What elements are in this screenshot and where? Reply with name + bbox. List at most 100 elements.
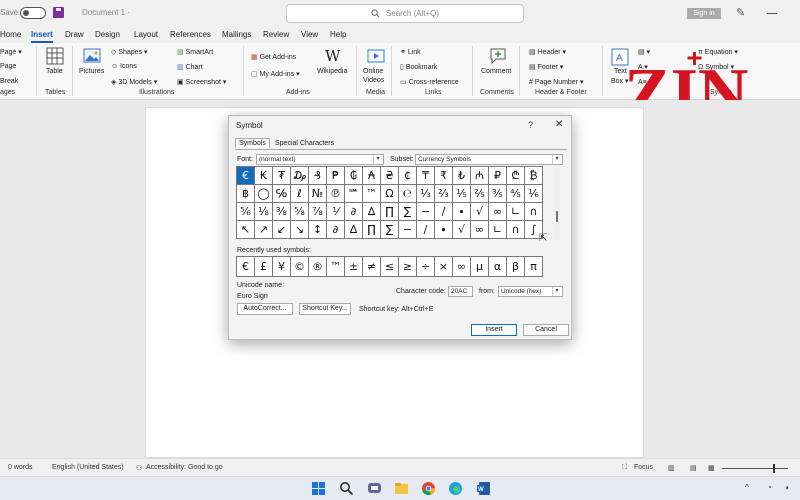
focus-button[interactable]: Focus — [634, 464, 653, 471]
symbol-cell[interactable]: ℠ — [345, 185, 363, 203]
symbol-cell[interactable]: ⅜ — [273, 203, 291, 221]
cross-reference-button[interactable]: ▭ Cross-reference — [400, 78, 459, 86]
symbol-cell[interactable]: ∟ — [507, 203, 525, 221]
symbol-cell[interactable]: ⅗ — [489, 185, 507, 203]
wifi-icon[interactable]: ◔ — [767, 483, 772, 492]
table-icon[interactable] — [46, 47, 64, 65]
symbol-cell[interactable]: ⅞ — [309, 203, 327, 221]
symbol-cell[interactable]: ↕ — [309, 221, 327, 239]
accessibility-status[interactable]: Accessibility: Good to go — [146, 464, 223, 471]
zoom-slider-thumb[interactable] — [773, 464, 775, 473]
symbol-cell[interactable]: ∩ — [525, 203, 543, 221]
symbol-cell[interactable]: ₼ — [471, 167, 489, 185]
tab-help[interactable]: Help — [330, 30, 346, 39]
scroll-thumb[interactable] — [556, 211, 558, 222]
shapes-button[interactable]: ◇ Shapes ▾ — [111, 48, 148, 56]
header-button[interactable]: ▤ Header ▾ — [529, 48, 566, 56]
teams-chat-icon[interactable] — [367, 481, 382, 496]
insert-button[interactable]: Insert — [471, 324, 517, 336]
tab-design[interactable]: Design — [95, 30, 120, 39]
symbol-cell[interactable]: ₯ — [291, 167, 309, 185]
symbol-cell[interactable]: ℗ — [327, 185, 345, 203]
recent-symbol-cell[interactable]: ¥ — [273, 257, 291, 277]
symbol-cell[interactable]: ⅚ — [237, 203, 255, 221]
document-title[interactable]: Document 1 · — [82, 8, 130, 17]
symbol-cell[interactable]: ₸ — [417, 167, 435, 185]
font-select[interactable]: (normal text) ▾ — [256, 154, 384, 165]
recent-symbol-cell[interactable]: ÷ — [417, 257, 435, 277]
tab-special-characters[interactable]: Special Characters — [275, 140, 334, 147]
tray-chevron-icon[interactable]: ^ — [745, 483, 749, 492]
tab-draw[interactable]: Draw — [65, 30, 84, 39]
close-button[interactable]: ✕ — [555, 119, 563, 130]
symbol-cell[interactable]: ℅ — [273, 185, 291, 203]
symbol-cell[interactable]: ₱ — [327, 167, 345, 185]
from-select[interactable]: Unicode (hex) ▾ — [498, 286, 563, 297]
chrome-icon[interactable] — [421, 481, 436, 496]
recent-symbol-cell[interactable]: £ — [255, 257, 273, 277]
symbol-cell[interactable]: ∂ — [327, 221, 345, 239]
shortcut-key-button[interactable]: Shortcut Key... — [299, 303, 351, 315]
cover-page-button[interactable]: Page ▾ — [0, 48, 22, 56]
symbol-cell[interactable]: ∕ — [417, 221, 435, 239]
link-button[interactable]: ⚭ Link — [400, 48, 421, 56]
sign-in-button[interactable]: Sign in — [687, 8, 721, 19]
symbol-cell[interactable]: ∂ — [345, 203, 363, 221]
symbol-cell[interactable]: − — [399, 221, 417, 239]
pictures-button[interactable]: Pictures — [79, 68, 104, 75]
table-button[interactable]: Table — [46, 68, 63, 75]
tab-mailings[interactable]: Mailings — [222, 30, 251, 39]
symbol-cell[interactable]: √ — [453, 221, 471, 239]
symbol-scrollbar[interactable] — [554, 166, 560, 239]
symbol-cell[interactable]: − — [417, 203, 435, 221]
symbol-cell[interactable]: Ω — [381, 185, 399, 203]
symbol-cell[interactable]: ⅓ — [417, 185, 435, 203]
volume-icon[interactable]: ◑ — [784, 483, 789, 492]
symbol-cell[interactable]: ₽ — [489, 167, 507, 185]
icons-button[interactable]: ☺ Icons — [111, 63, 137, 70]
footer-button[interactable]: ▤ Footer ▾ — [529, 63, 563, 71]
symbol-cell[interactable]: √ — [471, 203, 489, 221]
help-button[interactable]: ? — [528, 120, 533, 130]
recent-symbol-cell[interactable]: × — [435, 257, 453, 277]
cancel-button[interactable]: Cancel — [523, 324, 569, 336]
symbol-cell[interactable]: ℮ — [399, 185, 417, 203]
online-videos-line1[interactable]: Online — [363, 68, 383, 75]
comment-button[interactable]: Comment — [481, 68, 511, 75]
edge-icon[interactable] — [448, 481, 463, 496]
wikipedia-icon[interactable]: W — [325, 47, 340, 65]
recent-symbol-cell[interactable]: € — [237, 257, 255, 277]
windows-start-icon[interactable] — [311, 481, 326, 496]
symbol-cell[interactable]: ◯ — [255, 185, 273, 203]
symbol-cell[interactable]: ₺ — [453, 167, 471, 185]
symbol-cell[interactable]: ∙ — [453, 203, 471, 221]
online-videos-line2[interactable]: Videos — [363, 77, 384, 84]
symbol-cell[interactable]: ↙ — [273, 221, 291, 239]
symbol-cell[interactable]: ₾ — [507, 167, 525, 185]
tab-review[interactable]: Review — [263, 30, 289, 39]
tab-references[interactable]: References — [170, 30, 211, 39]
word-count[interactable]: 0 words — [8, 464, 33, 471]
symbol-cell[interactable]: ₴ — [381, 167, 399, 185]
recent-symbol-cell[interactable]: α — [489, 257, 507, 277]
recent-symbol-cell[interactable]: ™ — [327, 257, 345, 277]
symbol-cell[interactable]: № — [309, 185, 327, 203]
symbol-cell[interactable]: ⅕ — [453, 185, 471, 203]
recent-symbol-cell[interactable]: π — [525, 257, 543, 277]
print-layout-icon[interactable]: ▤ — [690, 464, 697, 472]
recent-symbol-cell[interactable]: ≥ — [399, 257, 417, 277]
symbol-cell[interactable]: ⅘ — [507, 185, 525, 203]
symbol-cell[interactable]: ⅔ — [435, 185, 453, 203]
read-mode-icon[interactable]: ▥ — [668, 464, 675, 472]
symbol-cell[interactable]: ™ — [363, 185, 381, 203]
minimize-icon[interactable] — [767, 13, 777, 14]
autocorrect-button[interactable]: AutoCorrect... — [237, 303, 293, 315]
tab-home[interactable]: Home — [0, 30, 21, 39]
pictures-icon[interactable] — [83, 47, 101, 65]
screenshot-button[interactable]: ▣ Screenshot ▾ — [177, 78, 226, 86]
symbol-cell[interactable]: ₿ — [525, 167, 543, 185]
autosave-toggle[interactable] — [20, 7, 46, 19]
symbol-cell[interactable]: ₹ — [435, 167, 453, 185]
tab-layout[interactable]: Layout — [134, 30, 158, 39]
bookmark-button[interactable]: ▯ Bookmark — [400, 63, 437, 71]
